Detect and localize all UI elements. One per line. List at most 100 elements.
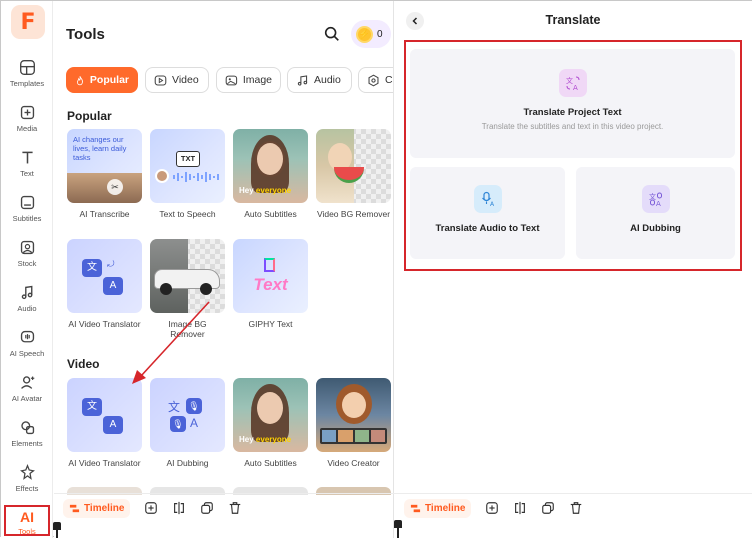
- translate-glyph-zh: 文: [82, 259, 102, 277]
- ai-avatar-icon: [20, 376, 34, 389]
- tool-card-image-bg-remover[interactable]: Image BG Remover: [150, 239, 225, 339]
- tool-card-giphy-text[interactable]: Text GIPHY Text: [233, 239, 308, 329]
- tool-thumb: Text: [233, 239, 308, 313]
- avatar: [155, 169, 169, 183]
- tool-label: AI Video Translator: [68, 319, 141, 329]
- tab-popular[interactable]: Popular: [66, 67, 138, 93]
- split-icon[interactable]: [172, 501, 186, 515]
- back-button[interactable]: [406, 12, 424, 30]
- rail-item-audio[interactable]: Audio: [1, 282, 53, 326]
- tools-panel: Tools ⚡ 0 Popular Video Image Audio C Po…: [54, 1, 394, 538]
- transcribe-sample-text: AI changes our lives, learn daily tasks: [73, 135, 127, 162]
- trash-icon[interactable]: [228, 501, 242, 515]
- rail-label: AI Speech: [9, 349, 45, 358]
- tool-label: Auto Subtitles: [244, 458, 297, 468]
- giphy-logo: [264, 258, 275, 272]
- rail-item-ai-speech[interactable]: AI Speech: [1, 327, 53, 371]
- ai-speech-icon: [20, 330, 34, 343]
- tool-label: Video Creator: [327, 458, 380, 468]
- flame-icon: [77, 75, 83, 85]
- rail-label: Templates: [9, 79, 45, 88]
- tool-thumb: 文 A ⤾: [67, 239, 142, 313]
- tool-card-video-bg-remover[interactable]: Video BG Remover: [316, 129, 391, 219]
- tool-thumb: TXT: [150, 129, 225, 203]
- tool-card-auto-subtitles[interactable]: Hey everyone Auto Subtitles: [233, 129, 308, 219]
- rail-label: Text: [20, 169, 34, 178]
- audio-icon: [21, 285, 32, 300]
- trash-icon[interactable]: [569, 501, 583, 515]
- credits-count: 0: [377, 28, 383, 40]
- duplicate-icon[interactable]: [200, 501, 214, 515]
- timeline-label: Timeline: [84, 502, 125, 514]
- translate-glyph-en: A: [103, 416, 123, 434]
- rail-item-media[interactable]: Media: [1, 102, 53, 146]
- tab-more[interactable]: C: [358, 67, 394, 93]
- timeline-button[interactable]: Timeline: [404, 498, 472, 518]
- tab-video[interactable]: Video: [145, 67, 209, 93]
- add-icon[interactable]: [144, 501, 158, 515]
- tab-label: Audio: [314, 74, 341, 86]
- timeline-button[interactable]: Timeline: [63, 498, 131, 518]
- image-icon: [225, 75, 238, 85]
- dub-glyph-zh: 文: [168, 400, 181, 414]
- credits-badge[interactable]: ⚡ 0: [351, 20, 391, 48]
- templates-icon: [19, 60, 35, 75]
- subtitle-caption: Hey everyone: [239, 186, 292, 195]
- tool-card-ai-transcribe[interactable]: AI changes our lives, learn daily tasks …: [67, 129, 142, 219]
- rail-item-elements[interactable]: Elements: [1, 417, 53, 461]
- rail-item-effects[interactable]: Effects: [1, 462, 53, 506]
- tools-highlight-box: [4, 505, 50, 536]
- rail-label: Effects: [15, 484, 39, 493]
- chevron-left-icon: [412, 17, 418, 25]
- translate-glyph-zh: 文: [82, 398, 102, 416]
- tool-thumb: [150, 239, 225, 313]
- tool-thumb: [316, 378, 391, 452]
- car-wheel-front: [160, 283, 172, 295]
- tool-card-auto-subtitles-2[interactable]: Hey everyone Auto Subtitles: [233, 378, 308, 468]
- tab-label: Image: [242, 74, 272, 86]
- rail-item-templates[interactable]: Templates: [1, 57, 53, 101]
- panel-title: Tools: [66, 26, 105, 43]
- tab-label: Popular: [89, 74, 129, 86]
- add-icon[interactable]: [485, 501, 499, 515]
- timeline-icon: [410, 504, 421, 512]
- tool-card-ai-dubbing[interactable]: 文 🎙 🎙 A AI Dubbing: [150, 378, 225, 468]
- swap-arrows-icon: ⤾: [107, 259, 115, 269]
- split-icon[interactable]: [513, 501, 527, 515]
- transcribe-photo: [67, 173, 142, 203]
- tab-audio[interactable]: Audio: [287, 67, 352, 93]
- tool-card-video-creator[interactable]: Video Creator: [316, 378, 391, 468]
- tool-card-text-to-speech[interactable]: TXT Text to Speech: [150, 129, 225, 219]
- coin-icon: ⚡: [356, 25, 373, 43]
- tab-image[interactable]: Image: [216, 67, 281, 93]
- duplicate-icon[interactable]: [541, 501, 555, 515]
- tool-card-ai-video-translator[interactable]: 文 A ⤾ AI Video Translator: [67, 239, 142, 329]
- playhead-line: [56, 522, 58, 538]
- txt-badge: TXT: [176, 151, 200, 167]
- rail-label: Subtitles: [12, 214, 42, 223]
- rail-item-stock[interactable]: Stock: [1, 237, 53, 281]
- rail-item-text[interactable]: Text: [1, 147, 53, 191]
- section-popular: Popular: [67, 109, 112, 123]
- app-window: F Templates Media Text Subtitles Stock A…: [0, 0, 752, 538]
- rail-item-subtitles[interactable]: Subtitles: [1, 192, 53, 236]
- elements-icon: [20, 421, 34, 435]
- microphone-icon: 🎙: [186, 398, 202, 414]
- tab-label: C: [385, 74, 393, 86]
- tool-card-ai-video-translator-2[interactable]: 文 A AI Video Translator: [67, 378, 142, 468]
- timeline-icon: [69, 504, 80, 512]
- app-logo: F: [11, 5, 45, 39]
- playhead-line: [397, 520, 399, 538]
- tool-label: AI Transcribe: [79, 209, 130, 219]
- search-icon[interactable]: [323, 25, 341, 43]
- gear-icon: [368, 74, 379, 86]
- rail-label: AI Avatar: [11, 394, 43, 403]
- tool-label: GIPHY Text: [248, 319, 293, 329]
- tool-label: Image BG Remover: [168, 319, 207, 339]
- subtitle-caption: Hey everyone: [239, 435, 292, 444]
- person-face: [257, 392, 283, 424]
- rail-label: Media: [16, 124, 38, 133]
- stock-icon: [20, 240, 34, 255]
- car-wheel-back: [200, 283, 212, 295]
- rail-item-ai-avatar[interactable]: AI Avatar: [1, 372, 53, 416]
